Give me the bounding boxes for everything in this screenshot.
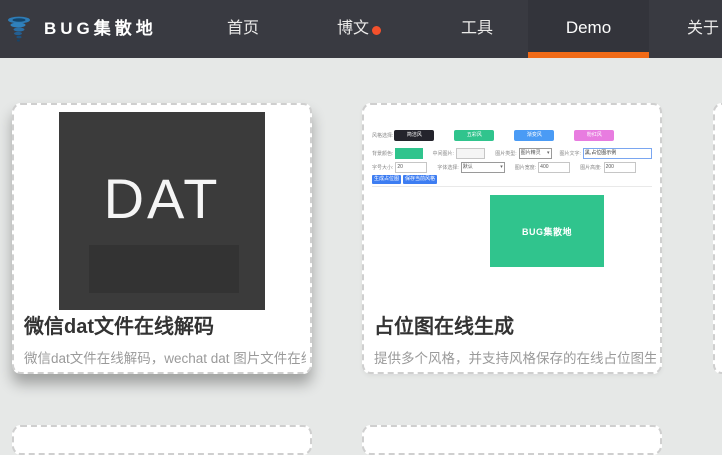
save-style-button[interactable]: 保存当前风格: [403, 175, 437, 184]
preview-style-row: 风格选择: 简洁风 五彩风 渐变风 粉红风: [372, 129, 652, 141]
card-title[interactable]: 占位图在线生成: [374, 310, 514, 339]
dat-thumbnail-band: [89, 245, 239, 293]
nav-item-demo-active[interactable]: Demo: [528, 0, 649, 58]
type-label: 图片类型:: [495, 150, 516, 157]
preview-options-row-2: 字号大小: 20 字体选择: 默认 ▾ 图片宽度: 400 图片高度: 200: [372, 162, 652, 173]
nav-item-about[interactable]: 关于: [687, 0, 719, 58]
nav-demo-label: Demo: [528, 0, 649, 56]
width-input[interactable]: 400: [538, 162, 570, 173]
text-input[interactable]: 黑,占位图示例: [583, 148, 652, 159]
mid-image-label: 中间图片:: [433, 150, 454, 157]
bg-color-label: 背景颜色:: [372, 150, 393, 157]
height-input[interactable]: 200: [604, 162, 636, 173]
generate-button[interactable]: 生成占位图: [372, 175, 401, 184]
placeholder-preview-text: BUG集散地: [522, 225, 572, 238]
style-button-gradient[interactable]: 渐变风: [514, 130, 554, 141]
font-select-value: 默认: [463, 163, 473, 172]
chevron-down-icon: ▾: [500, 163, 503, 172]
font-select[interactable]: 默认 ▾: [461, 162, 505, 173]
text-label: 图片文字:: [560, 150, 581, 157]
card-second-row-partial-2[interactable]: [362, 425, 662, 455]
preview-buttons-row: 生成占位图 保存当前风格: [372, 175, 652, 184]
style-button-colorful[interactable]: 五彩风: [454, 130, 494, 141]
style-button-pink[interactable]: 粉红风: [574, 130, 614, 141]
card-title[interactable]: 微信dat文件在线解码: [24, 310, 214, 339]
nav-item-tools[interactable]: 工具: [461, 0, 493, 58]
type-select[interactable]: 图片精灵 ▾: [519, 148, 552, 159]
card-description: 微信dat文件在线解码，wechat dat 图片文件在线解...: [24, 347, 306, 367]
active-tab-underline: [528, 52, 649, 58]
card-placeholder-generator[interactable]: 风格选择: 简洁风 五彩风 渐变风 粉红风 背景颜色: 中间图片: 图片类型: …: [362, 103, 662, 374]
preview-options-row-1: 背景颜色: 中间图片: 图片类型: 图片精灵 ▾ 图片文字: 黑,占位图示例: [372, 147, 652, 159]
blog-notification-dot-icon: [372, 26, 381, 35]
card-second-row-partial-1[interactable]: [12, 425, 312, 455]
font-size-label: 字号大小:: [372, 164, 393, 171]
nav-item-home[interactable]: 首页: [227, 0, 259, 58]
demo-cards-area: DAT 微信dat文件在线解码 微信dat文件在线解码，wechat dat 图…: [0, 58, 722, 427]
card-description: 提供多个风格，并支持风格保存的在线占位图生成工具...: [374, 347, 656, 367]
mid-image-input[interactable]: [456, 148, 485, 159]
top-navbar: BUG集散地 首页 博文 工具 Demo 关于: [0, 0, 722, 58]
nav-item-blog[interactable]: 博文: [337, 0, 369, 58]
dat-thumbnail[interactable]: DAT: [59, 112, 265, 310]
style-button-simple[interactable]: 简洁风: [394, 130, 434, 141]
placeholder-preview-image: BUG集散地: [490, 195, 604, 267]
preview-divider: [372, 186, 652, 187]
tornado-logo-icon[interactable]: [7, 16, 31, 43]
card-next-partial[interactable]: [713, 103, 722, 374]
style-label: 风格选择:: [372, 132, 393, 139]
bg-color-swatch[interactable]: [395, 148, 422, 159]
font-size-input[interactable]: 20: [395, 162, 427, 173]
chevron-down-icon: ▾: [547, 149, 550, 158]
dat-thumbnail-text: DAT: [59, 166, 265, 231]
type-select-value: 图片精灵: [521, 149, 541, 158]
font-label: 字体选择:: [437, 164, 458, 171]
height-label: 图片高度:: [580, 164, 601, 171]
brand-title[interactable]: BUG集散地: [44, 0, 157, 58]
card-wechat-dat-decoder[interactable]: DAT 微信dat文件在线解码 微信dat文件在线解码，wechat dat 图…: [12, 103, 312, 374]
width-label: 图片宽度:: [515, 164, 536, 171]
